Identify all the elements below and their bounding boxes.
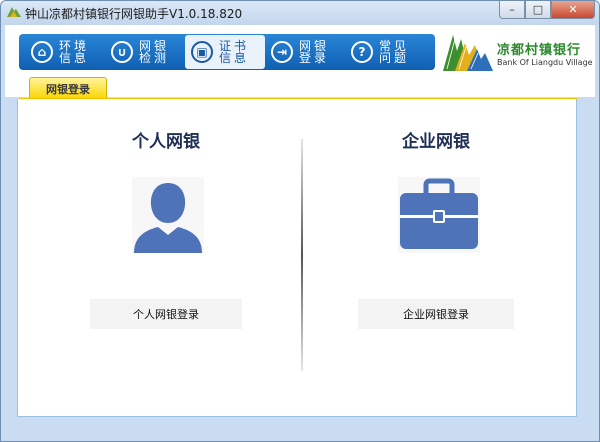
question-icon: ? bbox=[351, 41, 373, 63]
personal-banking-title: 个人网银 bbox=[132, 132, 200, 152]
window-title: 钟山凉都村镇银行网银助手V1.0.18.820 bbox=[25, 7, 243, 21]
personal-login-button[interactable]: 个人网银登录 bbox=[90, 299, 242, 329]
maximize-button[interactable]: □ bbox=[525, 1, 551, 19]
nav-label: 信息 bbox=[59, 51, 90, 65]
nav-label: 信息 bbox=[219, 51, 250, 65]
briefcase-icon-box[interactable] bbox=[398, 177, 480, 253]
close-button[interactable]: ✕ bbox=[551, 1, 595, 19]
nav-bank-login[interactable]: ⇥ 网银 登录 bbox=[265, 35, 345, 69]
window-footer bbox=[1, 419, 599, 441]
login-icon: ⇥ bbox=[271, 41, 293, 63]
minimize-button[interactable]: – bbox=[499, 1, 525, 19]
window-controls: – □ ✕ bbox=[499, 1, 595, 21]
bank-name-cn: 凉都村镇银行 bbox=[497, 43, 582, 58]
bank-logo: 凉都村镇银行 Bank Of Liangdu Village bbox=[439, 29, 599, 73]
nav-bank-check[interactable]: ∪ 网银 检测 bbox=[105, 35, 185, 69]
stethoscope-icon: ∪ bbox=[111, 41, 133, 63]
title-bar[interactable]: 钟山凉都村镇银行网银助手V1.0.18.820 – □ ✕ bbox=[1, 1, 599, 25]
person-icon bbox=[134, 183, 202, 253]
section-divider bbox=[301, 139, 303, 371]
bank-logo-icon bbox=[443, 35, 493, 71]
app-icon bbox=[7, 7, 21, 17]
nav-label: 检测 bbox=[139, 51, 170, 65]
certificate-icon: ▣ bbox=[191, 41, 213, 63]
nav-faq[interactable]: ? 常见 问题 bbox=[345, 35, 425, 69]
briefcase-icon bbox=[400, 178, 478, 249]
corporate-banking-title: 企业网银 bbox=[402, 132, 470, 152]
main-nav: ⌂ 环境 信息 ∪ 网银 检测 ▣ 证书 信息 ⇥ 网银 登录 ? 常见 问题 bbox=[19, 34, 435, 70]
nav-label: 问题 bbox=[379, 51, 410, 65]
home-icon: ⌂ bbox=[31, 41, 53, 63]
nav-env-info[interactable]: ⌂ 环境 信息 bbox=[25, 35, 105, 69]
login-panel: 个人网银 企业网银 个人网银登录 企业网银登录 bbox=[17, 99, 577, 417]
corporate-login-button[interactable]: 企业网银登录 bbox=[358, 299, 514, 329]
nav-label: 登录 bbox=[299, 51, 330, 65]
bank-name-en: Bank Of Liangdu Village bbox=[497, 58, 593, 67]
person-icon-box[interactable] bbox=[132, 177, 204, 253]
nav-cert-info[interactable]: ▣ 证书 信息 bbox=[185, 35, 265, 69]
tab-bank-login[interactable]: 网银登录 bbox=[29, 77, 107, 99]
app-window: 钟山凉都村镇银行网银助手V1.0.18.820 – □ ✕ ⌂ 环境 信息 ∪ … bbox=[0, 0, 600, 442]
